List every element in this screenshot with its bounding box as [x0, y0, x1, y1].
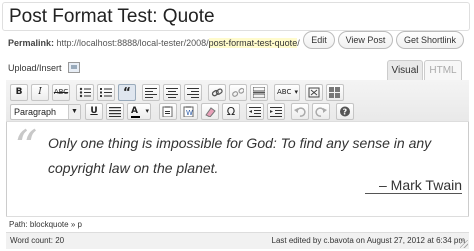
quote-paragraph[interactable]: Only one thing is impossible for God: To… — [48, 131, 458, 181]
quote-attribution[interactable]: – Mark Twain — [300, 176, 462, 194]
word-count: Word count: 20 — [10, 236, 65, 245]
get-shortlink-button[interactable]: Get Shortlink — [396, 31, 464, 49]
resize-handle[interactable] — [460, 240, 468, 248]
permalink-label: Permalink: — [8, 38, 55, 48]
spellcheck-dropdown-icon[interactable]: ▾ — [294, 85, 298, 100]
attribution-underline — [365, 193, 462, 194]
outdent-button[interactable] — [246, 103, 264, 120]
special-character-button[interactable]: Ω — [222, 103, 240, 120]
text-color-swatch — [131, 116, 140, 118]
paste-text-icon — [162, 106, 173, 117]
more-tag-icon — [253, 87, 265, 98]
align-right-button[interactable] — [184, 84, 202, 101]
align-left-button[interactable] — [142, 84, 160, 101]
undo-button[interactable] — [291, 103, 309, 120]
unlink-icon — [232, 87, 244, 97]
tab-html[interactable]: HTML — [424, 60, 462, 81]
eraser-icon — [205, 107, 216, 117]
underline-button[interactable]: U — [85, 103, 103, 120]
redo-icon — [315, 107, 327, 117]
bullet-list-button[interactable] — [76, 84, 94, 101]
align-center-button[interactable] — [163, 84, 181, 101]
insert-link-button[interactable] — [208, 84, 226, 101]
more-tag-button[interactable] — [250, 84, 268, 101]
paste-word-icon: W — [183, 106, 194, 117]
format-select[interactable]: Paragraph ▼ — [10, 104, 81, 120]
spellcheck-button[interactable]: ABC ▾ — [274, 84, 300, 101]
help-button[interactable]: ? — [336, 103, 354, 120]
kitchen-sink-icon — [329, 87, 340, 98]
link-icon — [211, 88, 223, 97]
justify-button[interactable] — [106, 103, 124, 120]
text-color-button[interactable]: A ▾ — [127, 103, 151, 120]
indent-icon — [270, 107, 282, 117]
italic-button[interactable]: I — [31, 84, 49, 101]
text-color-dropdown-icon[interactable]: ▾ — [145, 104, 149, 119]
permalink-base-url: http://localhost:8888/local-tester/2008/ — [56, 38, 209, 48]
fullscreen-icon — [308, 87, 320, 98]
add-media-icon[interactable] — [68, 62, 80, 73]
strikethrough-button[interactable]: ABC — [52, 84, 70, 101]
paste-from-word-button[interactable]: W — [180, 103, 198, 120]
paste-as-text-button[interactable] — [159, 103, 177, 120]
svg-text:?: ? — [343, 108, 348, 117]
last-edited: Last edited by c.bavota on August 27, 20… — [271, 236, 465, 245]
permalink-suffix: / — [297, 38, 300, 48]
upload-insert-label: Upload/Insert — [8, 63, 62, 73]
tab-visual[interactable]: Visual — [387, 60, 423, 81]
blockquote-button[interactable]: “ — [118, 84, 136, 101]
unlink-button[interactable] — [229, 84, 247, 101]
justify-icon — [109, 107, 121, 117]
format-select-value: Paragraph — [14, 107, 57, 117]
view-post-button[interactable]: View Post — [338, 31, 393, 49]
align-center-icon — [166, 88, 178, 98]
editor-status-bar: Word count: 20 Last edited by c.bavota o… — [6, 232, 469, 249]
numbered-list-icon — [100, 88, 112, 97]
undo-icon — [294, 107, 306, 117]
bold-button[interactable]: B — [10, 84, 28, 101]
post-title-input[interactable]: Post Format Test: Quote — [2, 2, 470, 31]
outdent-icon — [249, 107, 261, 117]
fullscreen-button[interactable] — [305, 84, 323, 101]
blockquote-quote-mark: “ — [14, 120, 38, 174]
redo-button[interactable] — [312, 103, 330, 120]
chevron-down-icon: ▼ — [68, 105, 80, 119]
align-left-icon — [145, 88, 157, 98]
clear-formatting-button[interactable] — [201, 103, 219, 120]
svg-text:W: W — [186, 109, 193, 117]
help-icon: ? — [340, 106, 350, 117]
bullet-list-icon — [79, 87, 91, 98]
align-right-icon — [187, 88, 199, 98]
permalink-slug[interactable]: post-format-test-quote — [208, 38, 298, 48]
editor-path: Path: blockquote » p — [6, 216, 469, 232]
kitchen-sink-button[interactable] — [326, 84, 344, 101]
indent-button[interactable] — [267, 103, 285, 120]
edit-permalink-button[interactable]: Edit — [303, 31, 335, 49]
numbered-list-button[interactable] — [97, 84, 115, 101]
